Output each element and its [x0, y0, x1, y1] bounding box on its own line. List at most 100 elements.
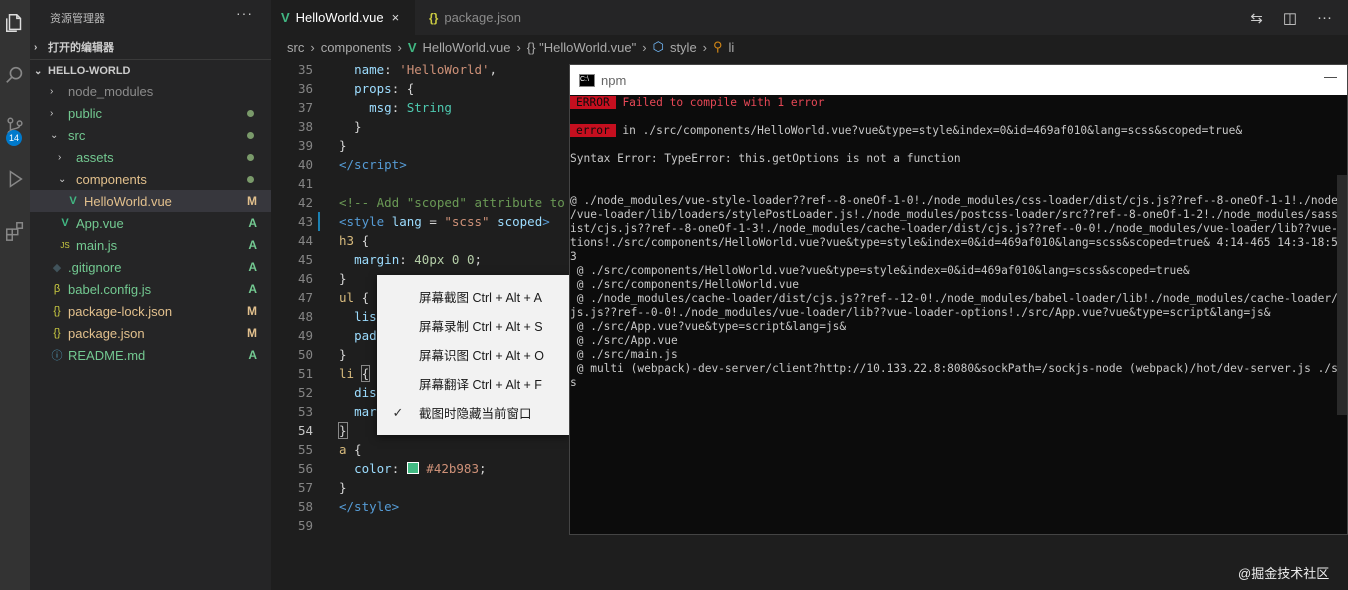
terminal-line: ERROR Failed to compile with 1 error [570, 96, 825, 109]
tree-item-label: package.json [68, 325, 145, 341]
tree-item-label: .gitignore [68, 259, 122, 275]
compare-changes-icon[interactable]: ⇆ [1250, 9, 1263, 27]
terminal-line: error in ./src/components/HelloWorld.vue… [570, 124, 1242, 137]
json-icon: {} [429, 10, 439, 25]
run-debug-icon[interactable] [0, 164, 30, 194]
tree-item[interactable]: › public [30, 102, 271, 124]
vue-icon: V [407, 39, 417, 55]
context-menu-item[interactable]: 屏幕截图 Ctrl + Alt + A [377, 282, 569, 311]
tree-item[interactable]: › node_modules [30, 80, 271, 102]
project-label: HELLO-WORLD [48, 65, 131, 77]
tree-item[interactable]: {} package.json M [30, 322, 271, 344]
context-menu-item[interactable]: 屏幕翻译 Ctrl + Alt + F [377, 369, 569, 398]
open-editors-section[interactable]: › 打开的编辑器 [30, 36, 271, 58]
git-status-badge: M [247, 194, 257, 208]
line-number: 51 [297, 366, 313, 381]
modified-line-marker [318, 212, 320, 231]
line-number: 54 [297, 423, 313, 438]
code-line: name: 'HelloWorld', [354, 62, 498, 77]
tree-item-label: main.js [76, 237, 118, 253]
breadcrumb-item[interactable]: components [321, 40, 392, 55]
code-line: props: { [354, 81, 415, 96]
explorer-title: 资源管理器 [50, 13, 105, 25]
code-line: </script> [339, 157, 407, 172]
line-number: 42 [297, 195, 313, 210]
tab-helloworld-vue[interactable]: V HelloWorld.vue × [271, 0, 415, 35]
terminal-scrollbar[interactable] [1337, 175, 1347, 415]
tree-item[interactable]: ⌄ components [30, 168, 271, 190]
breadcrumb-item[interactable]: li [729, 40, 735, 55]
minimize-icon[interactable]: — [1324, 69, 1337, 84]
line-number: 47 [297, 290, 313, 305]
terminal-line: ist/cjs.js??ref--8-oneOf-1-3!./node_modu… [570, 222, 1348, 235]
tree-item-label: assets [76, 149, 114, 165]
vue-icon: V [69, 195, 77, 207]
code-line: <style lang = "scss" scoped> [339, 214, 550, 229]
color-swatch[interactable] [406, 462, 419, 474]
chevron-right-icon: › [642, 39, 647, 55]
context-menu-item[interactable]: 屏幕录制 Ctrl + Alt + S [377, 311, 569, 340]
tree-item[interactable]: ◆ .gitignore A [30, 256, 271, 278]
babel-icon: β [53, 283, 61, 295]
terminal-line: @ ./src/components/HelloWorld.vue?vue&ty… [570, 264, 1190, 277]
chevron-right-icon: › [58, 151, 62, 163]
code-line: li { [339, 365, 371, 382]
split-editor-icon[interactable]: ◫ [1283, 9, 1297, 27]
chevron-right-icon: › [397, 39, 402, 55]
tree-item[interactable]: V HelloWorld.vue M [30, 190, 271, 212]
line-number: 41 [297, 176, 313, 191]
tree-item[interactable]: {} package-lock.json M [30, 300, 271, 322]
tree-item[interactable]: β babel.config.js A [30, 278, 271, 300]
project-section[interactable]: ⌄ HELLO-WORLD [30, 59, 271, 82]
style-icon: ⬡ [652, 39, 664, 54]
code-line: } [339, 119, 362, 134]
terminal-line: js.js??ref--0-0!./node_modules/vue-loade… [570, 306, 1271, 319]
breadcrumb-item[interactable]: {} "HelloWorld.vue" [527, 40, 636, 55]
code-line: } [338, 422, 348, 439]
context-menu-label: 屏幕截图 Ctrl + Alt + A [419, 291, 542, 305]
search-icon[interactable] [0, 60, 30, 90]
terminal-window[interactable]: C:\ npm — ERROR Failed to compile with 1… [569, 64, 1348, 535]
context-menu-item[interactable]: ✓ 截图时隐藏当前窗口 [377, 398, 569, 427]
line-number: 36 [297, 81, 313, 96]
terminal-line: @ ./src/App.vue?vue&type=script&lang=js& [570, 320, 847, 333]
modified-dot [247, 109, 254, 117]
info-icon: ⓘ [51, 350, 63, 362]
tree-item-label: babel.config.js [68, 281, 152, 297]
more-actions-icon[interactable]: ··· [1317, 9, 1332, 26]
tree-item[interactable]: ⓘ README.md A [30, 344, 271, 366]
close-icon[interactable]: × [392, 10, 400, 25]
terminal-line: @ ./src/components/HelloWorld.vue [570, 278, 800, 291]
line-number: 59 [297, 518, 313, 533]
code-line: color: #42b983; [354, 461, 487, 476]
chevron-right-icon: › [50, 85, 54, 97]
vue-icon: V [281, 10, 290, 25]
terminal-titlebar[interactable]: C:\ npm — [570, 65, 1347, 95]
code-line: <!-- Add "scoped" attribute to [339, 195, 565, 210]
breadcrumb-item[interactable]: src [287, 40, 304, 55]
line-number: 50 [297, 347, 313, 362]
explorer-icon[interactable] [0, 8, 30, 38]
terminal-line: @ multi (webpack)-dev-server/client?http… [570, 362, 1348, 375]
context-menu-label: 截图时隐藏当前窗口 [419, 407, 532, 421]
tree-item[interactable]: V App.vue A [30, 212, 271, 234]
terminal-line: Syntax Error: TypeError: this.getOptions… [570, 152, 961, 165]
tree-item[interactable]: ⌄ src [30, 124, 271, 146]
code-line: } [339, 347, 347, 362]
more-actions-icon[interactable]: ··· [236, 5, 253, 21]
modified-dot [247, 131, 254, 139]
breadcrumb-item[interactable]: style [670, 40, 697, 55]
tree-item[interactable]: › assets [30, 146, 271, 168]
chevron-right-icon: › [702, 39, 708, 55]
vue-icon: V [61, 217, 69, 229]
extensions-icon[interactable] [0, 216, 30, 246]
line-number: 57 [297, 480, 313, 495]
tab-package-json[interactable]: {} package.json [419, 0, 539, 35]
code-line: ul { [339, 290, 370, 305]
context-menu-item[interactable]: 屏幕识图 Ctrl + Alt + O [377, 340, 569, 369]
line-number: 49 [297, 328, 313, 343]
tree-item[interactable]: JS main.js A [30, 234, 271, 256]
breadcrumb-item[interactable]: HelloWorld.vue [423, 40, 511, 55]
error-badge: ERROR [570, 96, 616, 109]
tab-bar: V HelloWorld.vue × {} package.json ⇆ ◫ ·… [271, 0, 1348, 35]
